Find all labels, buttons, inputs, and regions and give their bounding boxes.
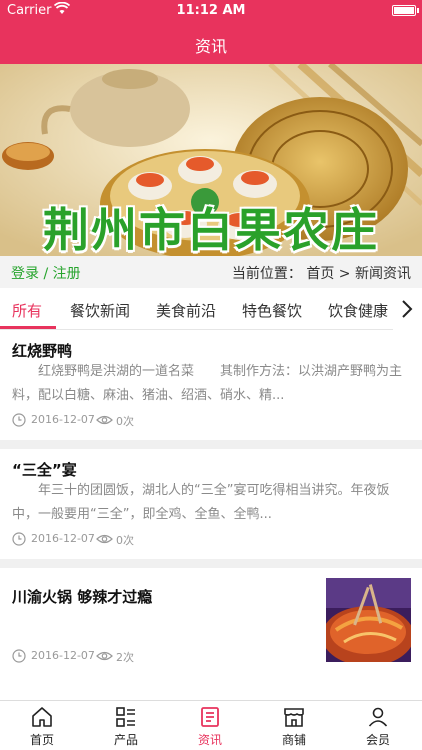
tabbar-item-store[interactable]: 商铺: [252, 701, 336, 750]
tabbar-label: 资讯: [197, 733, 222, 747]
article-thumbnail: [326, 578, 411, 662]
breadcrumb: 当前位置： 首页 > 新闻资讯: [231, 266, 411, 282]
tabbar-label: 会员: [365, 733, 390, 747]
category-tabs: 所有 餐饮新闻 美食前沿 特色餐饮 饮食健康: [0, 288, 422, 330]
article-date: 2016-12-07: [31, 413, 95, 426]
store-icon: [284, 708, 304, 727]
home-icon: [32, 707, 52, 727]
tabs-scroll-right-button[interactable]: [393, 288, 422, 330]
clock-time: 11:12 AM: [176, 3, 246, 18]
tab-diet-health[interactable]: 饮食健康: [328, 300, 388, 321]
article-date: 2016-12-07: [31, 649, 95, 662]
tab-dining-news[interactable]: 餐饮新闻: [70, 300, 130, 321]
tabbar-label: 产品: [113, 733, 138, 747]
article-date: 2016-12-07: [31, 532, 95, 545]
article-title: “三全”宴: [12, 461, 77, 479]
page-title: 资讯: [194, 37, 227, 56]
login-register-link[interactable]: 登录 / 注册: [11, 263, 81, 283]
banner-image[interactable]: 荆州市白果农庄: [0, 64, 422, 256]
eye-icon: [96, 413, 113, 430]
article-views: 0次: [116, 415, 134, 428]
article-views: 2次: [116, 651, 134, 664]
user-icon: [368, 707, 388, 727]
tab-special-dining[interactable]: 特色餐饮: [242, 300, 302, 321]
tabbar-item-member[interactable]: 会员: [336, 701, 420, 750]
article-item[interactable]: “三全”宴 年三十的团圆饭，湖北人的“三全”宴可吃得相当讲究。年夜饭中，一般要用…: [0, 449, 422, 559]
article-item[interactable]: 川渝火锅 够辣才过瘾 2016-12-07 2次: [0, 568, 422, 700]
tab-scroller[interactable]: 所有 餐饮新闻 美食前沿 特色餐饮 饮食健康: [0, 288, 393, 330]
status-bar: Carrier 11:12 AM: [0, 0, 422, 22]
article-summary: 年三十的团圆饭，湖北人的“三全”宴可吃得相当讲究。年夜饭中，一般要用“三全”，即…: [12, 483, 390, 522]
battery-icon: [392, 5, 416, 16]
section-divider: [0, 559, 422, 568]
banner-title: 荆州市白果农庄: [43, 203, 379, 256]
tabbar-label: 首页: [29, 733, 54, 747]
article-item[interactable]: 红烧野鸭 红烧野鸭是洪湖的一道名菜 其制作方法：以洪湖产野鸭为主料，配以白糖、麻…: [0, 330, 422, 440]
bottom-tab-bar: 首页 产品 资讯 商铺 会员: [0, 700, 422, 750]
battery-tip: [417, 8, 419, 13]
article-views: 0次: [116, 534, 134, 547]
active-tab-indicator: [0, 326, 56, 329]
eye-icon: [96, 649, 113, 666]
article-summary: 红烧野鸭是洪湖的一道名菜 其制作方法：以洪湖产野鸭为主料，配以白糖、麻油、猪油、…: [12, 364, 403, 403]
list-icon: [116, 707, 135, 727]
tab-all[interactable]: 所有: [12, 300, 42, 321]
tabbar-label: 商铺: [281, 733, 306, 747]
clock-icon: [12, 649, 26, 666]
article-title: 红烧野鸭: [12, 342, 73, 360]
navigation-bar: 资讯: [0, 22, 422, 64]
clock-icon: [12, 532, 26, 549]
article-title: 川渝火锅 够辣才过瘾: [12, 588, 153, 606]
tabbar-item-products[interactable]: 产品: [84, 701, 168, 750]
news-icon: [201, 707, 219, 727]
eye-icon: [96, 532, 113, 549]
chevron-right-icon: [402, 300, 413, 318]
clock-icon: [12, 413, 26, 430]
tab-food-frontier[interactable]: 美食前沿: [156, 300, 216, 321]
tabbar-item-news[interactable]: 资讯: [168, 701, 252, 750]
section-divider: [0, 440, 422, 449]
login-breadcrumb-row: 登录 / 注册 当前位置： 首页 > 新闻资讯: [0, 256, 422, 288]
tabbar-item-home[interactable]: 首页: [0, 701, 84, 750]
